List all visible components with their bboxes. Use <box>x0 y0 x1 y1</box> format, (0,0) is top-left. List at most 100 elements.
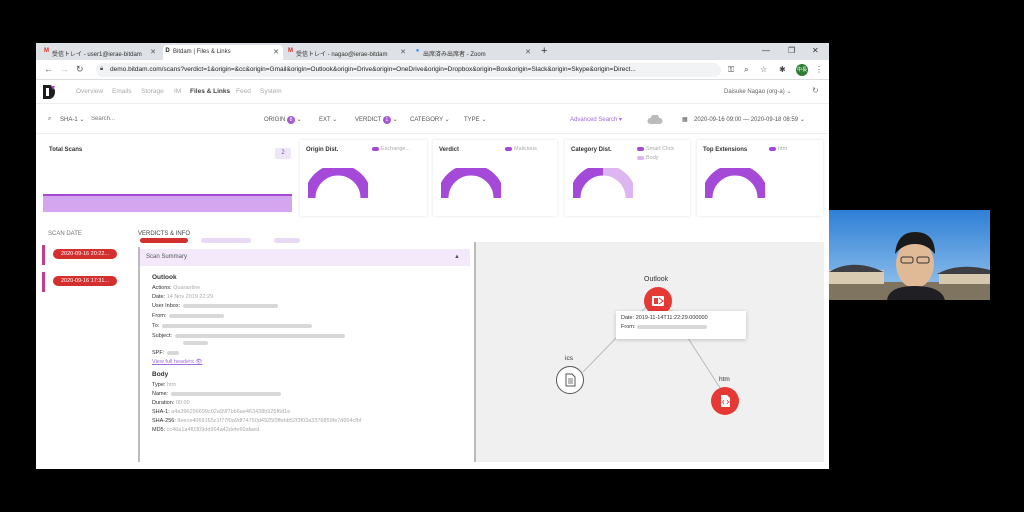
extensions-icon[interactable]: ✱ <box>779 65 786 74</box>
legend-item: htm <box>769 146 787 152</box>
scan-graph: Outlook ☝︎ Date: 2019-11-14T11:22:29.000… <box>474 242 824 462</box>
inbox-row: User Inbox: <box>152 303 279 309</box>
tab-gmail-user1[interactable]: M 受信トレイ - user1@ierae-bitdam ✕ <box>42 45 160 60</box>
collapse-icon[interactable]: ▲ <box>454 254 460 260</box>
legend-item: Exchange... <box>372 146 410 152</box>
close-icon[interactable]: ✕ <box>525 48 531 56</box>
info-chip <box>274 238 300 243</box>
redacted-value <box>174 333 345 338</box>
sha256-row: SHA-256: 8eece4069165c1f77f0a9df74750d49… <box>152 418 362 424</box>
user-menu[interactable]: Daisuke Nagao (org-a) ⌄ <box>724 88 791 95</box>
nav-storage[interactable]: Storage <box>141 88 164 95</box>
browser-window: M 受信トレイ - user1@ierae-bitdam ✕ D Bitdam … <box>36 43 829 469</box>
sha1-row: SHA-1: a4a396296699c02a99f7bb6ae463438b9… <box>152 409 291 415</box>
lock-icon: 🔒︎ <box>100 66 104 72</box>
reload-icon[interactable]: ↻ <box>76 64 84 75</box>
redacted-value <box>167 350 180 355</box>
view-full-headers-link[interactable]: View full headers 👁︎ <box>152 359 202 365</box>
graph-edges <box>582 303 725 395</box>
hash-type-select[interactable]: SHA-1 ⌄ <box>60 116 84 123</box>
forward-icon[interactable]: → <box>60 64 69 74</box>
redacted-value <box>162 323 313 328</box>
card-origin-dist: Origin Dist. Exchange... <box>300 140 427 216</box>
actions-row: Actions: Quarantine <box>152 285 201 291</box>
nav-overview[interactable]: Overview <box>76 88 103 95</box>
advanced-search-button[interactable]: Advanced Search ▾ <box>570 116 622 123</box>
close-icon[interactable]: ✕ <box>400 48 406 56</box>
stats-cards: Total Scans 2 Origin Dist. Exchange... V… <box>36 134 829 222</box>
tab-gmail-nagao[interactable]: M 受信トレイ - nagao@ierae-bitdam ✕ <box>286 45 410 60</box>
document-icon <box>565 373 576 387</box>
tab-zoom[interactable]: ● 出席済み出席者 - Zoom ✕ <box>413 45 535 60</box>
calendar-icon: ▦ <box>682 117 688 123</box>
url-field[interactable]: 🔒︎ demo.bitdam.com/scans?verdict=1&origi… <box>96 63 721 77</box>
date-range-picker[interactable]: 2020-09-16 09:00 — 2020-09-18 08:59 ⌄ <box>694 116 805 123</box>
type-filter[interactable]: TYPE ⌄ <box>464 116 486 123</box>
scan-row[interactable]: 2020-09-16 20:22... <box>42 245 127 265</box>
body-section-title: Body <box>152 371 169 378</box>
name-row: Name: <box>152 391 282 397</box>
profile-avatar[interactable]: 中長 <box>796 64 808 76</box>
verdict-filter[interactable]: VERDICT 1 ⌄ <box>355 116 398 124</box>
scan-date-pill: 2020-09-16 20:22... <box>53 249 117 259</box>
to-row: To: <box>152 323 313 329</box>
total-scans-bar <box>43 194 292 212</box>
col-scan-date: SCAN DATE <box>48 231 82 237</box>
close-icon[interactable]: ✕ <box>273 48 279 56</box>
ext-filter[interactable]: EXT ⌄ <box>319 116 337 123</box>
date-row: Date: 14 Nov 2019 22:29 <box>152 294 214 300</box>
scan-row[interactable]: 2020-09-16 17:31... <box>42 272 127 292</box>
node-tooltip: Date: 2019-11-14T11:22:29.000000 From: <box>616 311 746 339</box>
webcam-video <box>829 210 990 300</box>
html-file-icon <box>721 395 730 407</box>
tooltip-date: Date: 2019-11-14T11:22:29.000000 <box>621 315 708 321</box>
card-title: Verdict <box>439 147 460 153</box>
scan-summary-header[interactable]: Scan Summary ▲ <box>140 249 470 266</box>
category-filter[interactable]: CATEGORY ⌄ <box>410 116 450 123</box>
bitdam-logo <box>43 85 55 99</box>
nav-emails[interactable]: Emails <box>112 88 132 95</box>
minimize-icon[interactable]: — <box>762 46 770 55</box>
gmail-icon: M <box>288 48 293 54</box>
zoom-magnifier-icon[interactable]: ⌕ <box>744 65 748 75</box>
htm-node[interactable] <box>711 387 739 415</box>
key-icon[interactable]: ⚿ <box>728 65 734 75</box>
search-input[interactable] <box>91 112 241 125</box>
new-tab-button[interactable]: + <box>541 45 547 57</box>
maximize-icon[interactable]: ❐ <box>788 46 795 55</box>
category-donut <box>573 168 633 199</box>
nav-feed[interactable]: Feed <box>236 88 251 95</box>
card-title: Origin Dist. <box>306 147 339 153</box>
close-window-icon[interactable]: ✕ <box>812 46 819 55</box>
redacted-value <box>171 391 282 396</box>
search-icon: ⌕ <box>48 116 52 122</box>
participant-video <box>829 210 990 300</box>
refresh-icon[interactable]: ↻ <box>812 86 819 95</box>
htm-node-label: htm <box>719 376 730 383</box>
bookmark-star-icon[interactable]: ☆ <box>760 65 767 74</box>
tab-bitdam[interactable]: D Bitdam | Files & Links ✕ <box>163 45 283 60</box>
from-row: From: <box>152 313 225 319</box>
outlook-section-title: Outlook <box>152 274 177 281</box>
back-icon[interactable]: ← <box>44 64 53 74</box>
redacted-value <box>183 303 279 308</box>
legend-item: Smart Click <box>637 146 674 152</box>
origin-filter[interactable]: ORIGIN 8 ⌄ <box>264 116 302 124</box>
menu-dots-icon[interactable]: ⋮ <box>815 65 823 74</box>
card-title: Category Dist. <box>571 147 612 153</box>
card-title: Total Scans <box>49 147 83 153</box>
scan-date-pill: 2020-09-16 17:31... <box>53 276 117 286</box>
eye-icon: 👁︎ <box>195 359 203 365</box>
ics-node[interactable] <box>556 366 584 394</box>
ics-node-label: ics <box>565 355 573 362</box>
nav-im[interactable]: IM <box>174 88 181 95</box>
bitdam-icon: D <box>165 48 170 54</box>
tooltip-from: From: <box>621 324 741 330</box>
close-icon[interactable]: ✕ <box>150 48 156 56</box>
legend-item: Body <box>637 155 659 161</box>
scan-results: SCAN DATE VERDICTS & INFO 2020-09-16 20:… <box>36 226 829 469</box>
cloud-icon[interactable] <box>647 115 663 124</box>
subject-row: Subject: <box>152 333 345 339</box>
nav-files-links[interactable]: Files & Links <box>190 88 230 95</box>
nav-system[interactable]: System <box>260 88 282 95</box>
